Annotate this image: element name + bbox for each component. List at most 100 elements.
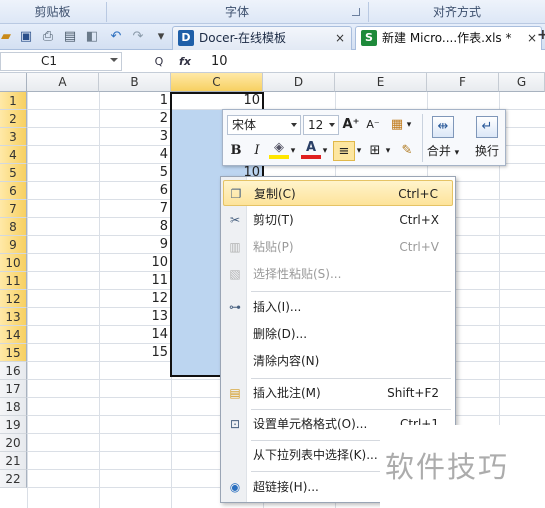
print-icon[interactable]: ⎙: [40, 29, 56, 45]
chevron-down-icon[interactable]: ▾: [355, 141, 363, 161]
merge-button[interactable]: ⇹ 合并 ▾: [425, 116, 461, 162]
row-header[interactable]: 10: [0, 254, 27, 272]
row-header[interactable]: 7: [0, 200, 27, 218]
close-icon[interactable]: ×: [335, 27, 345, 49]
zoom-icon[interactable]: Q: [150, 53, 168, 70]
menu-item-cut[interactable]: ✂ 剪切(T) Ctrl+X: [223, 207, 453, 233]
cell-b[interactable]: 9: [99, 236, 170, 254]
grow-font-icon[interactable]: A⁺: [341, 115, 361, 135]
font-size-select[interactable]: 12: [303, 115, 339, 135]
watermark-text: 软件技巧: [385, 450, 510, 484]
row-header[interactable]: 8: [0, 218, 27, 236]
row-header[interactable]: 9: [0, 236, 27, 254]
menu-item-shortcut: Shift+F2: [387, 386, 439, 400]
new-tab-icon[interactable]: +: [537, 27, 545, 43]
print-preview-icon[interactable]: ▤: [62, 29, 78, 45]
cell-b[interactable]: 8: [99, 218, 170, 236]
row-header[interactable]: 12: [0, 290, 27, 308]
name-box[interactable]: C1: [0, 52, 122, 71]
menu-item-clear-contents[interactable]: 清除内容(N): [223, 348, 453, 374]
row-header[interactable]: 6: [0, 182, 27, 200]
cell-b[interactable]: 10: [99, 254, 170, 272]
row-header[interactable]: 19: [0, 416, 27, 434]
font-color-icon[interactable]: A: [301, 141, 321, 161]
align-center-icon[interactable]: ≡: [333, 141, 355, 161]
menu-item-delete[interactable]: 删除(D)...: [223, 321, 453, 347]
row-header[interactable]: 2: [0, 110, 27, 128]
chevron-down-icon[interactable]: ▾: [455, 148, 460, 158]
chevron-down-icon[interactable]: ▾: [405, 115, 413, 135]
menu-item-insert[interactable]: ⊶ 插入(I)...: [223, 294, 453, 320]
save-icon[interactable]: ▣: [18, 29, 34, 45]
row-header[interactable]: 17: [0, 380, 27, 398]
menu-item-copy[interactable]: ❐ 复制(C) Ctrl+C: [223, 180, 453, 206]
tab-docer-templates[interactable]: D Docer-在线模板 ×: [172, 26, 352, 50]
row-header[interactable]: 18: [0, 398, 27, 416]
clear-format-icon[interactable]: ✎: [397, 141, 417, 161]
customize-icon[interactable]: ▾: [153, 29, 169, 45]
cell-b[interactable]: 12: [99, 290, 170, 308]
column-header[interactable]: D: [263, 73, 335, 92]
format-painter-icon[interactable]: ▦: [387, 115, 407, 135]
column-header[interactable]: F: [427, 73, 499, 92]
borders-icon[interactable]: ⊞: [365, 141, 385, 161]
column-header[interactable]: E: [335, 73, 427, 92]
chevron-down-icon[interactable]: ▾: [384, 141, 392, 161]
chevron-down-icon[interactable]: [329, 123, 335, 127]
cell-b[interactable]: 13: [99, 308, 170, 326]
row-header[interactable]: 1: [0, 92, 27, 110]
wrap-text-button[interactable]: ↵ 换行: [469, 116, 505, 162]
chevron-down-icon[interactable]: [291, 123, 297, 127]
row-header[interactable]: 20: [0, 434, 27, 452]
row-header[interactable]: 5: [0, 164, 27, 182]
row-header[interactable]: 13: [0, 308, 27, 326]
column-header[interactable]: B: [99, 73, 171, 92]
export-icon[interactable]: ◧: [84, 29, 100, 45]
fill-color-icon[interactable]: ◈: [269, 141, 289, 161]
select-all-corner[interactable]: [0, 73, 27, 92]
italic-button[interactable]: I: [247, 141, 267, 161]
cell-b[interactable]: 6: [99, 182, 170, 200]
open-folder-icon[interactable]: ▰: [0, 29, 14, 45]
cell-b[interactable]: 5: [99, 164, 170, 182]
row-header[interactable]: 16: [0, 362, 27, 380]
tab-workbook[interactable]: S 新建 Micro....作表.xls * ×: [355, 26, 542, 50]
cell-b[interactable]: 3: [99, 128, 170, 146]
chevron-down-icon[interactable]: [110, 58, 118, 62]
cell-b[interactable]: 11: [99, 272, 170, 290]
menu-item-insert-comment[interactable]: ▤ 插入批注(M) Shift+F2: [223, 380, 453, 406]
row-header[interactable]: 15: [0, 344, 27, 362]
row-header[interactable]: 22: [0, 470, 27, 488]
column-header-active[interactable]: C: [171, 73, 263, 92]
cell-c1[interactable]: 10: [171, 92, 262, 110]
column-header[interactable]: A: [27, 73, 99, 92]
cell-b[interactable]: 7: [99, 200, 170, 218]
bold-button[interactable]: B: [226, 141, 246, 161]
merge-cells-icon: ⇹: [432, 116, 454, 138]
menu-item-paste-special[interactable]: ▧ 选择性粘贴(S)...: [223, 261, 453, 287]
cell-b[interactable]: 15: [99, 344, 170, 362]
chevron-down-icon[interactable]: ▾: [289, 141, 297, 161]
menu-item-label: 插入(I)...: [253, 300, 302, 314]
column-header[interactable]: G: [499, 73, 545, 92]
redo-icon[interactable]: ↷: [130, 29, 146, 45]
formula-input[interactable]: 10: [211, 53, 228, 70]
menu-item-paste[interactable]: ▥ 粘贴(P) Ctrl+V: [223, 234, 453, 260]
comment-icon: ▤: [229, 386, 241, 400]
close-icon[interactable]: ×: [527, 27, 537, 49]
undo-icon[interactable]: ↶: [108, 29, 124, 45]
row-header[interactable]: 3: [0, 128, 27, 146]
row-header[interactable]: 21: [0, 452, 27, 470]
row-header[interactable]: 11: [0, 272, 27, 290]
cell-b[interactable]: 4: [99, 146, 170, 164]
cell-b[interactable]: 1: [99, 92, 170, 110]
row-header[interactable]: 14: [0, 326, 27, 344]
cell-b[interactable]: 14: [99, 326, 170, 344]
font-dialog-launcher-icon[interactable]: [352, 8, 360, 16]
font-name-select[interactable]: 宋体: [227, 115, 301, 135]
row-header[interactable]: 4: [0, 146, 27, 164]
cell-b[interactable]: 2: [99, 110, 170, 128]
insert-function-icon[interactable]: fx: [176, 53, 194, 70]
shrink-font-icon[interactable]: A⁻: [363, 115, 383, 135]
chevron-down-icon[interactable]: ▾: [321, 141, 329, 161]
